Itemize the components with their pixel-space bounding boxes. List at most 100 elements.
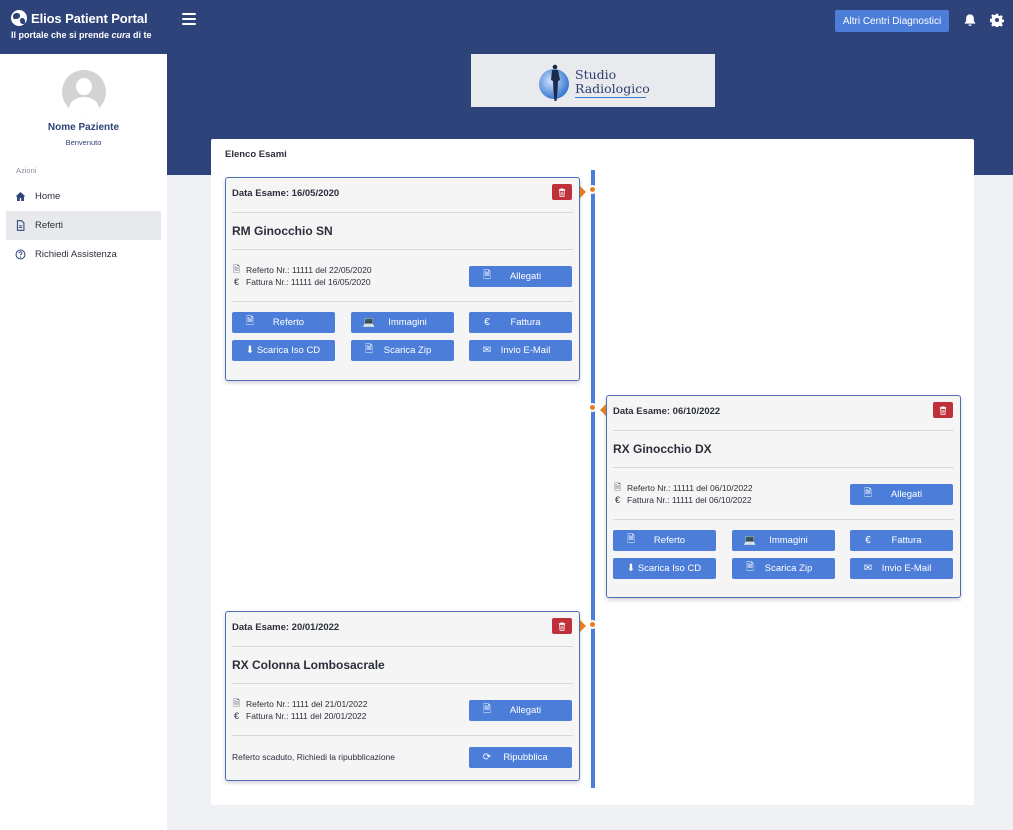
allegati-button[interactable]: 🗎 Allegati	[850, 484, 953, 505]
human-figure-icon	[551, 64, 560, 101]
patient-name: Nome Paziente	[47, 122, 120, 133]
home-icon	[15, 192, 26, 201]
sidebar-item-label: Home	[35, 191, 61, 202]
download-icon: ⬇	[626, 563, 636, 574]
allegati-button[interactable]: 🗎 Allegati	[469, 266, 572, 287]
other-centers-button[interactable]: Altri Centri Diagnostici	[835, 10, 949, 32]
archive-icon: 🗎	[745, 562, 755, 573]
file-icon: 🗎	[482, 270, 492, 281]
euro-icon: €	[233, 711, 239, 721]
brand-subtitle: Il portale che si prende cura di te	[11, 30, 152, 40]
referto-info: 🗎 Referto Nr.: 1111 del 21/01/2022	[232, 696, 368, 712]
timeline-arrow	[580, 620, 586, 632]
scarica-iso-button[interactable]: ⬇ Scarica Iso CD	[232, 340, 335, 361]
refresh-icon: ⟳	[482, 752, 492, 763]
timeline-marker	[588, 185, 597, 194]
divider	[232, 249, 573, 250]
exam-date: Data Esame: 20/01/2022	[232, 622, 340, 633]
file-icon	[16, 220, 25, 231]
sidebar-item-home[interactable]: Home	[6, 182, 161, 211]
referto-button[interactable]: 🗎 Referto	[613, 530, 716, 551]
euro-icon: €	[614, 495, 620, 505]
timeline-arrow	[600, 404, 606, 416]
file-icon: 🗎	[245, 316, 255, 327]
trash-icon	[558, 188, 566, 197]
divider	[232, 212, 573, 213]
exam-date: Data Esame: 16/05/2020	[232, 188, 340, 199]
euro-icon: €	[233, 277, 239, 287]
exam-name: RX Colonna Lombosacrale	[232, 658, 385, 672]
divider	[613, 467, 954, 468]
envelope-icon: ✉	[482, 345, 492, 356]
referto-info: 🗎 Referto Nr.: 11111 del 22/05/2020	[232, 262, 372, 278]
divider	[232, 683, 573, 684]
delete-button[interactable]	[552, 184, 572, 200]
fattura-button[interactable]: € Fattura	[850, 530, 953, 551]
exam-list-card: Elenco Esami Data Esame: 16/05/2020 RM G…	[211, 139, 974, 805]
monitor-icon: 💻	[362, 317, 376, 328]
invio-email-button[interactable]: ✉ Invio E-Mail	[469, 340, 572, 361]
fattura-info: € Fattura Nr.: 11111 del 06/10/2022	[614, 495, 752, 505]
timeline-arrow	[580, 186, 586, 198]
timeline-marker	[588, 620, 597, 629]
avatar	[61, 70, 106, 114]
sidebar-item-referti[interactable]: Referti	[6, 211, 161, 240]
archive-icon: 🗎	[364, 344, 374, 355]
delete-button[interactable]	[933, 402, 953, 418]
logo-text-studio: Studio	[575, 66, 617, 82]
delete-button[interactable]	[552, 618, 572, 634]
fattura-button[interactable]: € Fattura	[469, 312, 572, 333]
file-icon: 🗎	[863, 488, 873, 499]
exam-card: Data Esame: 16/05/2020 RM Ginocchio SN 🗎…	[225, 177, 586, 381]
exam-name: RM Ginocchio SN	[232, 224, 333, 238]
sidebar-item-label: Richiedi Assistenza	[35, 249, 117, 260]
sidebar-item-assistenza[interactable]: Richiedi Assistenza	[6, 240, 161, 269]
expired-notice: Referto scaduto, Richiedi la ripubblicaz…	[232, 752, 396, 762]
clinic-logo: Studio Radiologico	[471, 54, 715, 107]
divider	[232, 735, 573, 736]
divider	[232, 301, 573, 302]
file-icon: 🗎	[482, 704, 492, 715]
allegati-button[interactable]: 🗎 Allegati	[469, 700, 572, 721]
trash-icon	[939, 406, 947, 415]
exam-name: RX Ginocchio DX	[613, 442, 712, 456]
timeline-marker	[588, 403, 597, 412]
referto-button[interactable]: 🗎 Referto	[232, 312, 335, 333]
file-icon: 🗎	[232, 264, 241, 274]
timeline-line	[591, 170, 595, 788]
ripubblica-button[interactable]: ⟳ Ripubblica	[469, 747, 572, 768]
logo-underline	[575, 96, 646, 98]
file-icon: 🗎	[626, 534, 636, 545]
euro-icon: €	[865, 535, 871, 546]
immagini-button[interactable]: 💻 Immagini	[351, 312, 454, 333]
logo-text-radiologico: Radiologico	[575, 80, 650, 96]
sidebar-item-label: Referti	[35, 220, 63, 231]
exam-card: Data Esame: 20/01/2022 RX Colonna Lombos…	[225, 611, 586, 781]
euro-icon: €	[484, 317, 490, 328]
brand[interactable]: Elios Patient Portal Il portale che si p…	[0, 0, 167, 54]
divider	[613, 519, 954, 520]
scarica-zip-button[interactable]: 🗎 Scarica Zip	[732, 558, 835, 579]
sidebar: Nome Paziente Benvenuto Azioni Home Refe…	[0, 54, 167, 830]
immagini-button[interactable]: 💻 Immagini	[732, 530, 835, 551]
download-icon: ⬇	[245, 345, 255, 356]
gear-icon[interactable]	[990, 13, 1004, 27]
scarica-zip-button[interactable]: 🗎 Scarica Zip	[351, 340, 454, 361]
invio-email-button[interactable]: ✉ Invio E-Mail	[850, 558, 953, 579]
globe-logo-icon	[11, 10, 27, 26]
file-icon: 🗎	[613, 482, 622, 492]
trash-icon	[558, 622, 566, 631]
exam-card: Data Esame: 06/10/2022 RX Ginocchio DX 🗎…	[600, 395, 961, 598]
bell-icon[interactable]	[963, 13, 977, 27]
help-icon	[15, 249, 26, 260]
section-label: Azioni	[16, 166, 37, 175]
scarica-iso-button[interactable]: ⬇ Scarica Iso CD	[613, 558, 716, 579]
fattura-info: € Fattura Nr.: 11111 del 16/05/2020	[233, 277, 371, 287]
exam-date: Data Esame: 06/10/2022	[613, 406, 721, 417]
file-icon: 🗎	[232, 698, 241, 708]
fattura-info: € Fattura Nr.: 1111 del 20/01/2022	[233, 711, 367, 721]
divider	[613, 430, 954, 431]
referto-info: 🗎 Referto Nr.: 11111 del 06/10/2022	[613, 480, 753, 496]
monitor-icon: 💻	[743, 535, 757, 546]
menu-icon[interactable]	[182, 13, 196, 25]
